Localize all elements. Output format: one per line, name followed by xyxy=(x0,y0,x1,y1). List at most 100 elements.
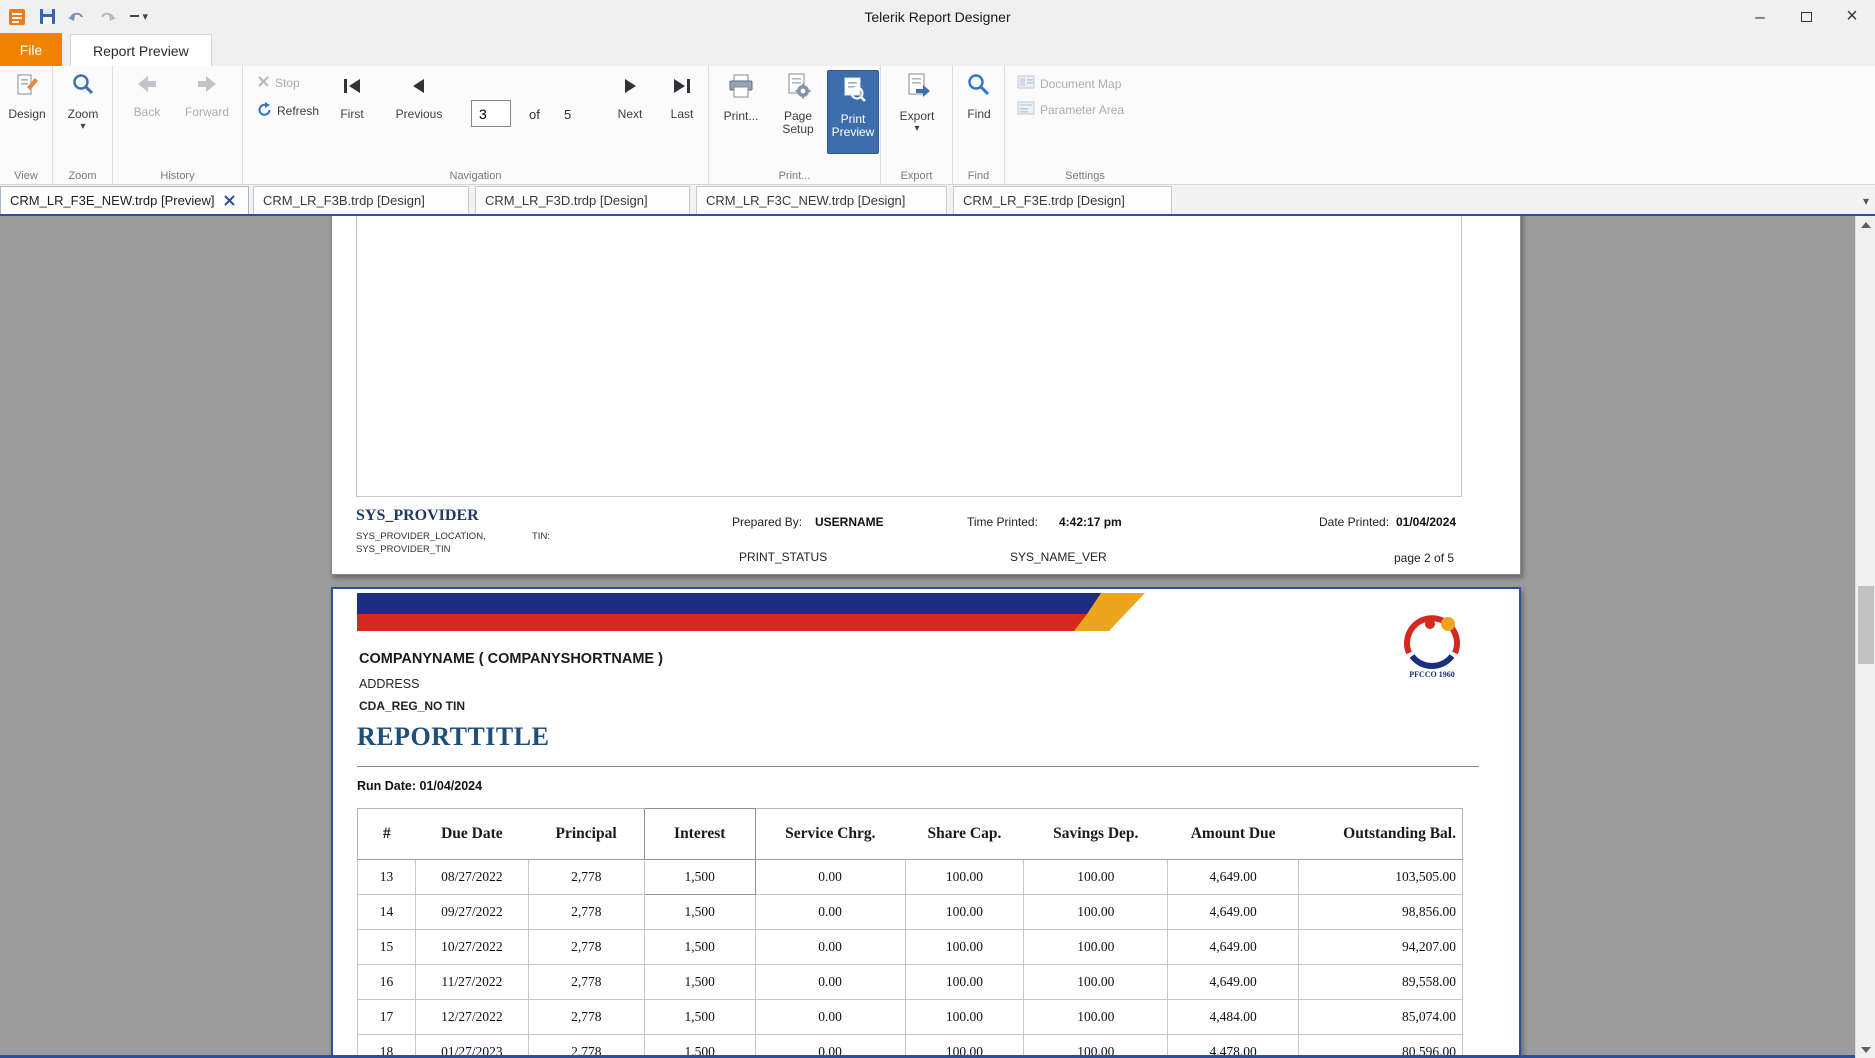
next-page-label: Next xyxy=(618,108,643,121)
doc-tab-crm-lr-f3d-design[interactable]: CRM_LR_F3D.trdp [Design] xyxy=(475,186,690,214)
table-row: 13 08/27/2022 2,778 1,500 0.00 100.00 10… xyxy=(358,860,1463,895)
save-icon[interactable] xyxy=(36,5,58,29)
vertical-scrollbar[interactable] xyxy=(1855,216,1875,1058)
cell: 4,649.00 xyxy=(1168,965,1299,1000)
prepared-by-label: Prepared By: xyxy=(732,515,802,529)
col-header-savings-dep: Savings Dep. xyxy=(1024,809,1168,860)
scroll-up-button[interactable] xyxy=(1856,216,1875,233)
cell: 100.00 xyxy=(1024,930,1168,965)
tab-report-preview[interactable]: Report Preview xyxy=(70,34,212,66)
cell: 0.00 xyxy=(755,860,905,895)
time-printed-label: Time Printed: xyxy=(967,515,1038,529)
report-preview-area: SYS_PROVIDER SYS_PROVIDER_LOCATION, SYS_… xyxy=(0,216,1875,1058)
cell: 17 xyxy=(358,1000,416,1035)
cell: 98,856.00 xyxy=(1299,895,1463,930)
find-button[interactable]: Find xyxy=(957,72,1001,121)
ribbon-group-zoom: Zoom ▾ Zoom xyxy=(53,66,113,184)
doc-tab-label: CRM_LR_F3E.trdp [Design] xyxy=(963,193,1125,208)
cell: 89,558.00 xyxy=(1299,965,1463,1000)
cell: 0.00 xyxy=(755,965,905,1000)
tab-list-caret-icon[interactable]: ▾ xyxy=(1863,194,1869,208)
close-button[interactable]: × xyxy=(1829,0,1875,33)
first-page-label: First xyxy=(340,108,363,121)
minimize-button[interactable]: – xyxy=(1737,0,1783,33)
cell: 11/27/2022 xyxy=(415,965,528,1000)
col-header-outstanding-bal: Outstanding Bal. xyxy=(1299,809,1463,860)
parameter-area-button[interactable]: Parameter Area xyxy=(1017,101,1124,118)
last-page-button[interactable]: Last xyxy=(659,74,705,121)
col-header-due-date: Due Date xyxy=(415,809,528,860)
company-name-text: COMPANYNAME ( COMPANYSHORTNAME ) xyxy=(359,651,663,667)
doc-tab-crm-lr-f3c-new-design[interactable]: CRM_LR_F3C_NEW.trdp [Design] xyxy=(696,186,947,214)
design-button-label: Design xyxy=(8,108,45,121)
group-label-navigation: Navigation xyxy=(243,170,708,182)
design-button[interactable]: Design xyxy=(3,72,51,121)
redo-icon[interactable] xyxy=(96,5,118,29)
cell: 2,778 xyxy=(528,965,644,1000)
col-header-interest: Interest xyxy=(644,809,755,860)
window-title: Telerik Report Designer xyxy=(864,0,1010,33)
table-header-row: # Due Date Principal Interest Service Ch… xyxy=(358,809,1463,860)
export-button[interactable]: Export ▾ xyxy=(889,72,945,133)
forward-button[interactable]: Forward xyxy=(177,72,237,119)
page-number-text: page 2 of 5 xyxy=(1394,551,1454,565)
cell: 4,649.00 xyxy=(1168,895,1299,930)
cell: 1,500 xyxy=(644,930,755,965)
print-preview-button[interactable]: Print Preview xyxy=(827,70,879,154)
cell: 4,649.00 xyxy=(1168,860,1299,895)
cell: 1,500 xyxy=(644,965,755,1000)
doc-tab-crm-lr-f3e-design[interactable]: CRM_LR_F3E.trdp [Design] xyxy=(953,186,1172,214)
close-tab-icon[interactable] xyxy=(224,195,235,206)
date-printed-label: Date Printed: xyxy=(1319,515,1389,529)
cell: 100.00 xyxy=(1024,965,1168,1000)
report-title-text: REPORTTITLE xyxy=(357,722,549,752)
group-label-view: View xyxy=(0,170,52,182)
stop-button[interactable]: Stop xyxy=(257,75,300,91)
group-label-print: Print... xyxy=(709,170,880,182)
previous-page-icon xyxy=(407,74,431,103)
table-row: 14 09/27/2022 2,778 1,500 0.00 100.00 10… xyxy=(358,895,1463,930)
cell: 85,074.00 xyxy=(1299,1000,1463,1035)
quick-access-toolbar: ▾ xyxy=(6,0,148,33)
back-button[interactable]: Back xyxy=(121,72,173,119)
refresh-button[interactable]: Refresh xyxy=(257,102,319,120)
previous-page-button[interactable]: Previous xyxy=(389,74,449,121)
forward-button-label: Forward xyxy=(185,106,229,119)
doc-tab-label: CRM_LR_F3B.trdp [Design] xyxy=(263,193,425,208)
doc-tab-crm-lr-f3e-new-preview[interactable]: CRM_LR_F3E_NEW.trdp [Preview] xyxy=(0,186,249,214)
customize-toolbar-caret-icon[interactable]: ▾ xyxy=(126,5,148,29)
cell: 16 xyxy=(358,965,416,1000)
document-map-button[interactable]: Document Map xyxy=(1017,75,1121,92)
col-header-share-cap: Share Cap. xyxy=(905,809,1024,860)
address-text: ADDRESS xyxy=(359,677,419,691)
scrollbar-thumb[interactable] xyxy=(1858,586,1874,664)
group-label-settings: Settings xyxy=(1005,170,1165,182)
undo-icon[interactable] xyxy=(66,5,88,29)
first-page-button[interactable]: First xyxy=(331,74,373,121)
print-button[interactable]: Print... xyxy=(715,72,767,123)
table-row: 15 10/27/2022 2,778 1,500 0.00 100.00 10… xyxy=(358,930,1463,965)
zoom-button[interactable]: Zoom ▾ xyxy=(57,72,109,131)
maximize-button[interactable] xyxy=(1783,0,1829,33)
maximize-icon xyxy=(1801,12,1812,22)
scroll-down-button[interactable] xyxy=(1856,1041,1875,1058)
doc-tab-crm-lr-f3b-design[interactable]: CRM_LR_F3B.trdp [Design] xyxy=(253,186,469,214)
group-label-find: Find xyxy=(953,170,1004,182)
page-number-input[interactable] xyxy=(471,100,511,127)
file-tab[interactable]: File xyxy=(0,33,62,66)
stop-icon xyxy=(257,75,270,91)
scroll-down-icon xyxy=(1861,1047,1871,1053)
cell: 14 xyxy=(358,895,416,930)
page-setup-button[interactable]: Page Setup xyxy=(771,72,825,136)
cell: 1,500 xyxy=(644,895,755,930)
cell: 100.00 xyxy=(905,895,1024,930)
page-of-label: of xyxy=(529,107,540,122)
table-row: 17 12/27/2022 2,778 1,500 0.00 100.00 10… xyxy=(358,1000,1463,1035)
header-stripes-graphic xyxy=(357,593,1157,631)
next-page-button[interactable]: Next xyxy=(605,74,655,121)
cell: 0.00 xyxy=(755,895,905,930)
scroll-up-icon xyxy=(1861,222,1871,228)
page-setup-icon xyxy=(784,72,812,105)
pfcco-logo: PFCCO 1960 xyxy=(1397,611,1467,681)
cell: 100.00 xyxy=(905,965,1024,1000)
